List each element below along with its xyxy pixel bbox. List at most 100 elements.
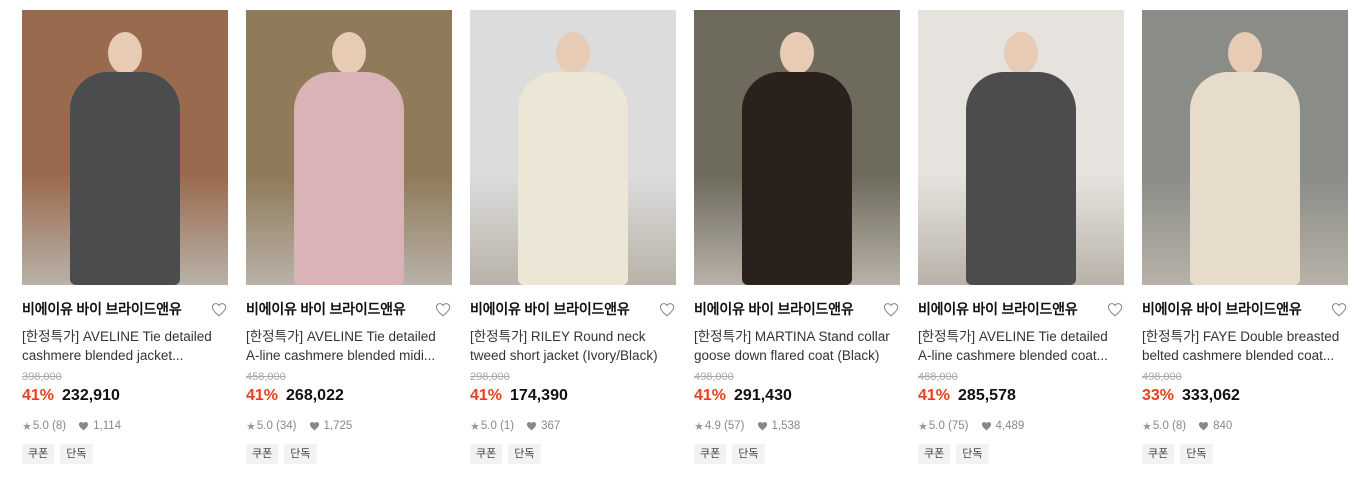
discount-rate: 41% xyxy=(918,387,951,404)
product-grid: 비에이유 바이 브라이드앤유 [한정특가] AVELINE Tie detail… xyxy=(22,10,1348,464)
product-title-line-2: goose down flared coat (Black) xyxy=(694,348,880,363)
review-meta: ★ 5.0 (75) 4,489 xyxy=(918,419,1124,433)
price-row: 41% 291,430 xyxy=(694,387,900,407)
rating-text: 5.0 (8) xyxy=(32,420,67,432)
model-head xyxy=(556,32,590,74)
rating-text: 5.0 (1) xyxy=(480,420,515,432)
product-card[interactable]: 비에이유 바이 브라이드앤유 [한정특가] AVELINE Tie detail… xyxy=(246,10,452,464)
sale-price: 232,910 xyxy=(62,387,120,404)
sale-price: 333,062 xyxy=(1182,387,1240,404)
product-image[interactable] xyxy=(470,10,676,285)
exclusive-tag: 단독 xyxy=(732,444,765,464)
heart-outline-icon xyxy=(659,302,675,317)
star-icon: ★ xyxy=(1142,420,1152,433)
model-head xyxy=(1228,32,1262,74)
wishlist-button[interactable] xyxy=(434,300,452,318)
product-card[interactable]: 비에이유 바이 브라이드앤유 [한정특가] AVELINE Tie detail… xyxy=(22,10,228,464)
brand-name[interactable]: 비에이유 바이 브라이드앤유 xyxy=(470,299,630,319)
model-head xyxy=(108,32,142,74)
product-image[interactable] xyxy=(246,10,452,285)
wishlist-button[interactable] xyxy=(1106,300,1124,318)
rating-text: 4.9 (57) xyxy=(704,420,745,432)
exclusive-tag: 단독 xyxy=(1180,444,1213,464)
star-icon: ★ xyxy=(246,420,256,433)
model-coat xyxy=(294,72,404,285)
likes-count: 1,725 xyxy=(323,420,353,432)
product-title[interactable]: [한정특가] MARTINA Stand collar goose down f… xyxy=(694,327,900,365)
coupon-tag: 쿠폰 xyxy=(22,444,55,464)
price-row: 41% 268,022 xyxy=(246,387,452,407)
heart-outline-icon xyxy=(1107,302,1123,317)
product-title-line-1: [한정특가] FAYE Double breasted xyxy=(1142,329,1340,344)
exclusive-tag: 단독 xyxy=(284,444,317,464)
price-row: 41% 285,578 xyxy=(918,387,1124,407)
brand-name[interactable]: 비에이유 바이 브라이드앤유 xyxy=(918,299,1078,319)
product-title[interactable]: [한정특가] AVELINE Tie detailed A-line cashm… xyxy=(918,327,1124,365)
model-coat xyxy=(70,72,180,285)
product-card[interactable]: 비에이유 바이 브라이드앤유 [한정특가] FAYE Double breast… xyxy=(1142,10,1348,464)
discount-rate: 33% xyxy=(1142,387,1175,404)
heart-outline-icon xyxy=(211,302,227,317)
product-title-line-2: A-line cashmere blended coat... xyxy=(918,348,1108,363)
tag-list: 쿠폰 단독 xyxy=(470,444,676,464)
product-title[interactable]: [한정특가] FAYE Double breasted belted cashm… xyxy=(1142,327,1348,365)
product-card[interactable]: 비에이유 바이 브라이드앤유 [한정특가] AVELINE Tie detail… xyxy=(918,10,1124,464)
heart-filled-icon xyxy=(526,421,537,431)
wishlist-button[interactable] xyxy=(882,300,900,318)
product-card[interactable]: 비에이유 바이 브라이드앤유 [한정특가] RILEY Round neck t… xyxy=(470,10,676,464)
product-title-line-1: [한정특가] AVELINE Tie detailed xyxy=(246,329,436,344)
brand-name[interactable]: 비에이유 바이 브라이드앤유 xyxy=(22,299,182,319)
heart-filled-icon xyxy=(309,421,320,431)
heart-filled-icon xyxy=(78,421,89,431)
coupon-tag: 쿠폰 xyxy=(246,444,279,464)
product-title[interactable]: [한정특가] RILEY Round neck tweed short jack… xyxy=(470,327,676,365)
product-image[interactable] xyxy=(22,10,228,285)
product-title-line-2: A-line cashmere blended midi... xyxy=(246,348,436,363)
discount-rate: 41% xyxy=(246,387,279,404)
product-title-line-1: [한정특가] AVELINE Tie detailed xyxy=(22,329,212,344)
discount-rate: 41% xyxy=(22,387,55,404)
wishlist-button[interactable] xyxy=(1330,300,1348,318)
review-meta: ★ 4.9 (57) 1,538 xyxy=(694,419,900,433)
product-image[interactable] xyxy=(918,10,1124,285)
product-card[interactable]: 비에이유 바이 브라이드앤유 [한정특가] MARTINA Stand coll… xyxy=(694,10,900,464)
product-title[interactable]: [한정특가] AVELINE Tie detailed cashmere ble… xyxy=(22,327,228,365)
review-meta: ★ 5.0 (8) 1,114 xyxy=(22,419,228,433)
brand-name[interactable]: 비에이유 바이 브라이드앤유 xyxy=(694,299,854,319)
original-price: 498,000 xyxy=(1142,371,1182,383)
price-row: 41% 232,910 xyxy=(22,387,228,407)
model-coat xyxy=(966,72,1076,285)
coupon-tag: 쿠폰 xyxy=(694,444,727,464)
model-head xyxy=(332,32,366,74)
wishlist-button[interactable] xyxy=(210,300,228,318)
heart-outline-icon xyxy=(1331,302,1347,317)
discount-rate: 41% xyxy=(470,387,503,404)
sale-price: 268,022 xyxy=(286,387,344,404)
exclusive-tag: 단독 xyxy=(60,444,93,464)
original-price: 498,000 xyxy=(694,371,734,383)
original-price: 298,000 xyxy=(470,371,510,383)
wishlist-button[interactable] xyxy=(658,300,676,318)
brand-name[interactable]: 비에이유 바이 브라이드앤유 xyxy=(1142,299,1302,319)
star-icon: ★ xyxy=(470,420,480,433)
likes-count: 1,114 xyxy=(93,420,122,432)
product-image[interactable] xyxy=(694,10,900,285)
model-head xyxy=(1004,32,1038,74)
tag-list: 쿠폰 단독 xyxy=(1142,444,1348,464)
rating-text: 5.0 (75) xyxy=(928,420,969,432)
brand-name[interactable]: 비에이유 바이 브라이드앤유 xyxy=(246,299,406,319)
product-image[interactable] xyxy=(1142,10,1348,285)
review-meta: ★ 5.0 (34) 1,725 xyxy=(246,419,452,433)
star-icon: ★ xyxy=(918,420,928,433)
product-title-line-1: [한정특가] AVELINE Tie detailed xyxy=(918,329,1108,344)
discount-rate: 41% xyxy=(694,387,727,404)
model-head xyxy=(780,32,814,74)
original-price: 398,000 xyxy=(22,371,62,383)
likes-count: 1,538 xyxy=(771,420,801,432)
tag-list: 쿠폰 단독 xyxy=(22,444,228,464)
original-price: 488,000 xyxy=(918,371,958,383)
product-title[interactable]: [한정특가] AVELINE Tie detailed A-line cashm… xyxy=(246,327,452,365)
rating-text: 5.0 (34) xyxy=(256,420,297,432)
tag-list: 쿠폰 단독 xyxy=(918,444,1124,464)
likes-count: 840 xyxy=(1213,420,1233,432)
